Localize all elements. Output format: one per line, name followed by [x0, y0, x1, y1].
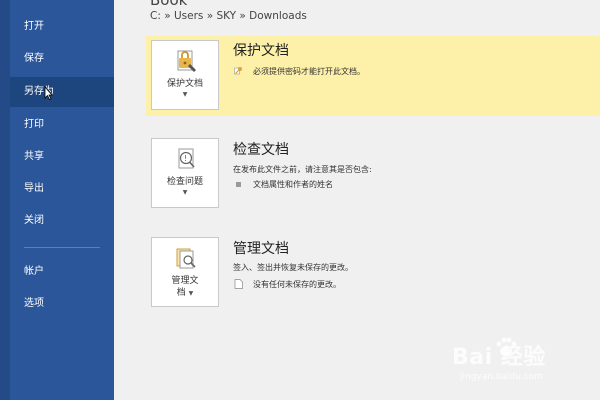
manage-document-button[interactable]: 管理文 档 ▼ [151, 237, 219, 307]
document-icon [234, 279, 243, 289]
nav-open[interactable]: 打开 [10, 12, 114, 42]
baidu-jingyan-watermark: Bai 经验 jingyan.baidu.com [452, 337, 582, 389]
nav-account[interactable]: 帐户 [10, 257, 114, 287]
page-title-fragment: Book [150, 0, 188, 9]
check-issues-button[interactable]: ! 检查问题 ▼ [151, 138, 219, 208]
nav-save-as[interactable]: 另存为 [10, 77, 114, 107]
check-issues-button-label: 检查问题 [166, 177, 203, 187]
manage-document-button-label: 管理文 档 ▼ [152, 275, 218, 300]
manage-sub-status: 没有任何未保存的更改。 [253, 280, 341, 289]
nav-share[interactable]: 共享 [10, 142, 114, 172]
manage-description: 签入、签出并恢复未保存的更改。 [233, 263, 353, 272]
paw-logo-icon [496, 337, 517, 356]
chevron-down-icon: ▼ [182, 91, 188, 98]
lock-document-icon [177, 50, 196, 72]
inspect-document-icon: ! [178, 148, 195, 169]
file-path: C: » Users » SKY » Downloads [150, 10, 307, 22]
watermark-url: jingyan.baidu.com [460, 372, 544, 382]
chevron-down-icon: ▼ [182, 189, 188, 196]
mouse-cursor-icon [44, 86, 53, 100]
chevron-down-icon: ▼ [188, 290, 194, 297]
nav-options[interactable]: 选项 [10, 289, 114, 319]
protect-title: 保护文档 [233, 43, 289, 59]
inspect-title: 检查文档 [233, 142, 289, 158]
manage-label-line1: 管理文 [171, 276, 199, 286]
protect-description: 必须提供密码才能打开此文档。 [253, 67, 365, 76]
backstage-sidebar: 打开 保存 另存为 打印 共享 导出 关闭 帐户 选项 [0, 0, 114, 400]
bullet-square-icon [236, 182, 241, 187]
manage-label-line2: 档 [176, 288, 186, 298]
nav-save[interactable]: 保存 [10, 44, 114, 74]
nav-close[interactable]: 关闭 [10, 206, 114, 236]
nav-divider [24, 247, 100, 248]
key-icon [234, 67, 242, 75]
sidebar-edge [0, 0, 10, 400]
nav-print[interactable]: 打印 [10, 110, 114, 140]
manage-document-icon [176, 248, 196, 269]
manage-title: 管理文档 [233, 241, 289, 257]
inspect-bullet-item: 文档属性和作者的姓名 [253, 180, 333, 189]
nav-export[interactable]: 导出 [10, 174, 114, 204]
protect-document-button-label: 保护文档 [166, 79, 203, 89]
svg-text:!: ! [184, 154, 187, 163]
inspect-description: 在发布此文件之前，请注意其是否包含: [233, 165, 372, 174]
protect-document-button[interactable]: 保护文档 ▼ [151, 40, 219, 110]
